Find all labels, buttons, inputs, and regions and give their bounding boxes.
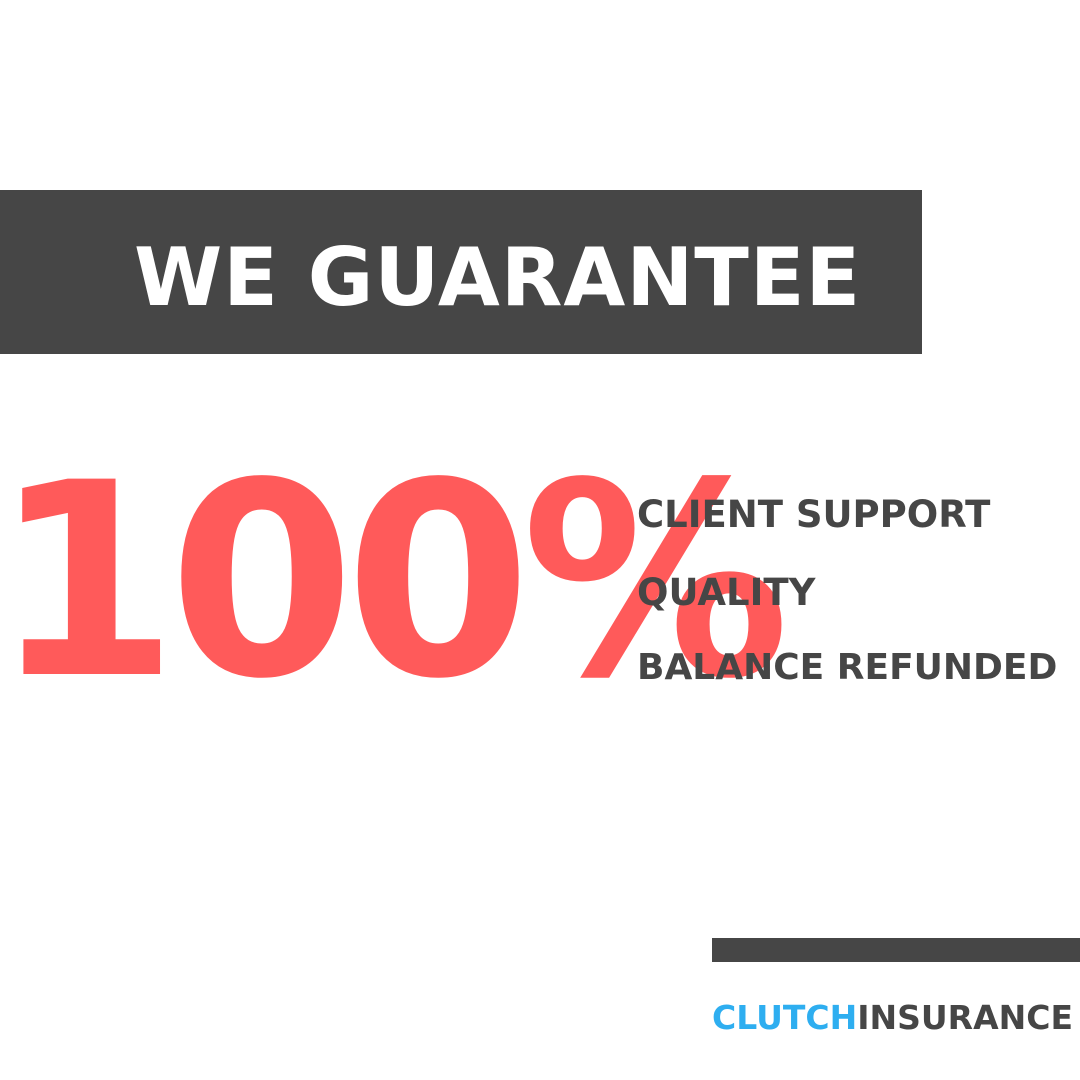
brand-logo-text: CLUTCHINSURANCE [712,995,1073,1041]
guarantee-item-balance-refunded: BALANCE REFUNDED [637,647,1058,688]
banner-title: WE GUARANTEE [134,231,862,324]
guarantee-item-quality: QUALITY [637,571,816,614]
brand-name-insurance: INSURANCE [857,998,1074,1037]
promo-graphic: WE GUARANTEE 100% CLIENT SUPPORT QUALITY… [0,0,1080,1080]
brand-name-clutch: CLUTCH [712,998,858,1037]
footer-divider [712,938,1080,962]
guarantee-item-client-support: CLIENT SUPPORT [637,493,991,536]
